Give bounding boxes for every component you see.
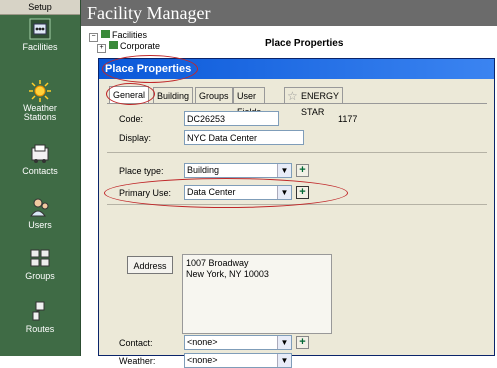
nav-label-users: Users [28, 220, 52, 230]
nav-item-contacts[interactable]: Contacts [0, 142, 80, 176]
place-type-value: Building [187, 165, 220, 175]
address-button[interactable]: Address [127, 256, 173, 274]
nav-label-groups: Groups [25, 271, 55, 281]
dropdown-arrow-icon[interactable]: ▼ [277, 164, 291, 177]
display-label: Display: [119, 133, 152, 143]
code-label: Code: [119, 114, 144, 124]
contact-select[interactable]: <none> ▼ [184, 335, 292, 350]
primary-use-value: Data Center [187, 187, 236, 197]
place-type-label: Place type: [119, 166, 164, 176]
nav-label-routes: Routes [25, 324, 55, 334]
dialog-title: Place Properties [99, 59, 494, 79]
star-icon: ☆ [287, 89, 298, 103]
routes-icon [32, 301, 45, 321]
users-icon [30, 198, 49, 217]
primary-use-label: Primary Use: [119, 188, 172, 198]
nav-label-facilities: Facilities [22, 42, 58, 52]
contact-value: <none> [187, 337, 218, 347]
nav-item-users[interactable]: Users [0, 196, 80, 230]
app-title: Facility Manager [81, 0, 497, 26]
code-id: 1177 [338, 114, 358, 124]
dropdown-arrow-icon[interactable]: ▼ [277, 336, 291, 349]
address-text: 1007 Broadway New York, NY 10003 [182, 254, 332, 334]
primary-use-select[interactable]: Data Center ▼ [184, 185, 292, 200]
contact-label: Contact: [119, 338, 153, 348]
weather-value: <none> [187, 355, 218, 365]
nav-item-weather-stations[interactable]: Weather Stations [0, 80, 80, 122]
general-tab-panel: Code: DC26253 1177 Display: NYC Data Cen… [107, 103, 487, 368]
add-place-type-button[interactable]: + [296, 164, 309, 177]
weather-select[interactable]: <none> ▼ [184, 353, 292, 368]
nav-label-weather: Weather Stations [23, 103, 57, 122]
nav-item-facilities[interactable]: Facilities [0, 18, 80, 52]
facilities-icon [29, 18, 51, 40]
dropdown-arrow-icon[interactable]: ▼ [277, 186, 291, 199]
divider [107, 204, 487, 205]
panel-heading: Place Properties [265, 38, 344, 49]
groups-icon [30, 249, 50, 267]
divider [107, 152, 487, 153]
tree-node-corporate[interactable]: + Corporate [97, 41, 160, 53]
display-field[interactable]: NYC Data Center [184, 130, 304, 145]
add-primary-use-button[interactable]: + [296, 186, 309, 199]
tab-building[interactable]: Building [153, 87, 194, 103]
tree-label-corporate: Corporate [120, 41, 161, 51]
nav-label-contacts: Contacts [22, 166, 58, 176]
building-icon [108, 41, 118, 49]
expand-icon[interactable]: + [97, 44, 106, 53]
tab-energy-star[interactable]: ☆ ENERGY STAR [284, 87, 343, 117]
weather-label: Weather: [119, 356, 156, 366]
place-type-select[interactable]: Building ▼ [184, 163, 292, 178]
nav-item-routes[interactable]: Routes [0, 300, 80, 334]
sun-icon [29, 80, 51, 102]
add-contact-button[interactable]: + [296, 336, 309, 349]
tab-groups[interactable]: Groups [195, 87, 233, 103]
tree-label-facilities: Facilities [112, 30, 148, 40]
place-properties-dialog: Place Properties General Building Groups… [98, 58, 495, 368]
code-field[interactable]: DC26253 [184, 111, 279, 126]
tab-user-fields[interactable]: User Fields [233, 87, 265, 117]
tab-general[interactable]: General [109, 86, 150, 104]
building-icon [100, 30, 110, 38]
sidebar-header: Setup [0, 0, 80, 15]
rolodex-icon [31, 144, 49, 163]
nav-item-groups[interactable]: Groups [0, 247, 80, 281]
